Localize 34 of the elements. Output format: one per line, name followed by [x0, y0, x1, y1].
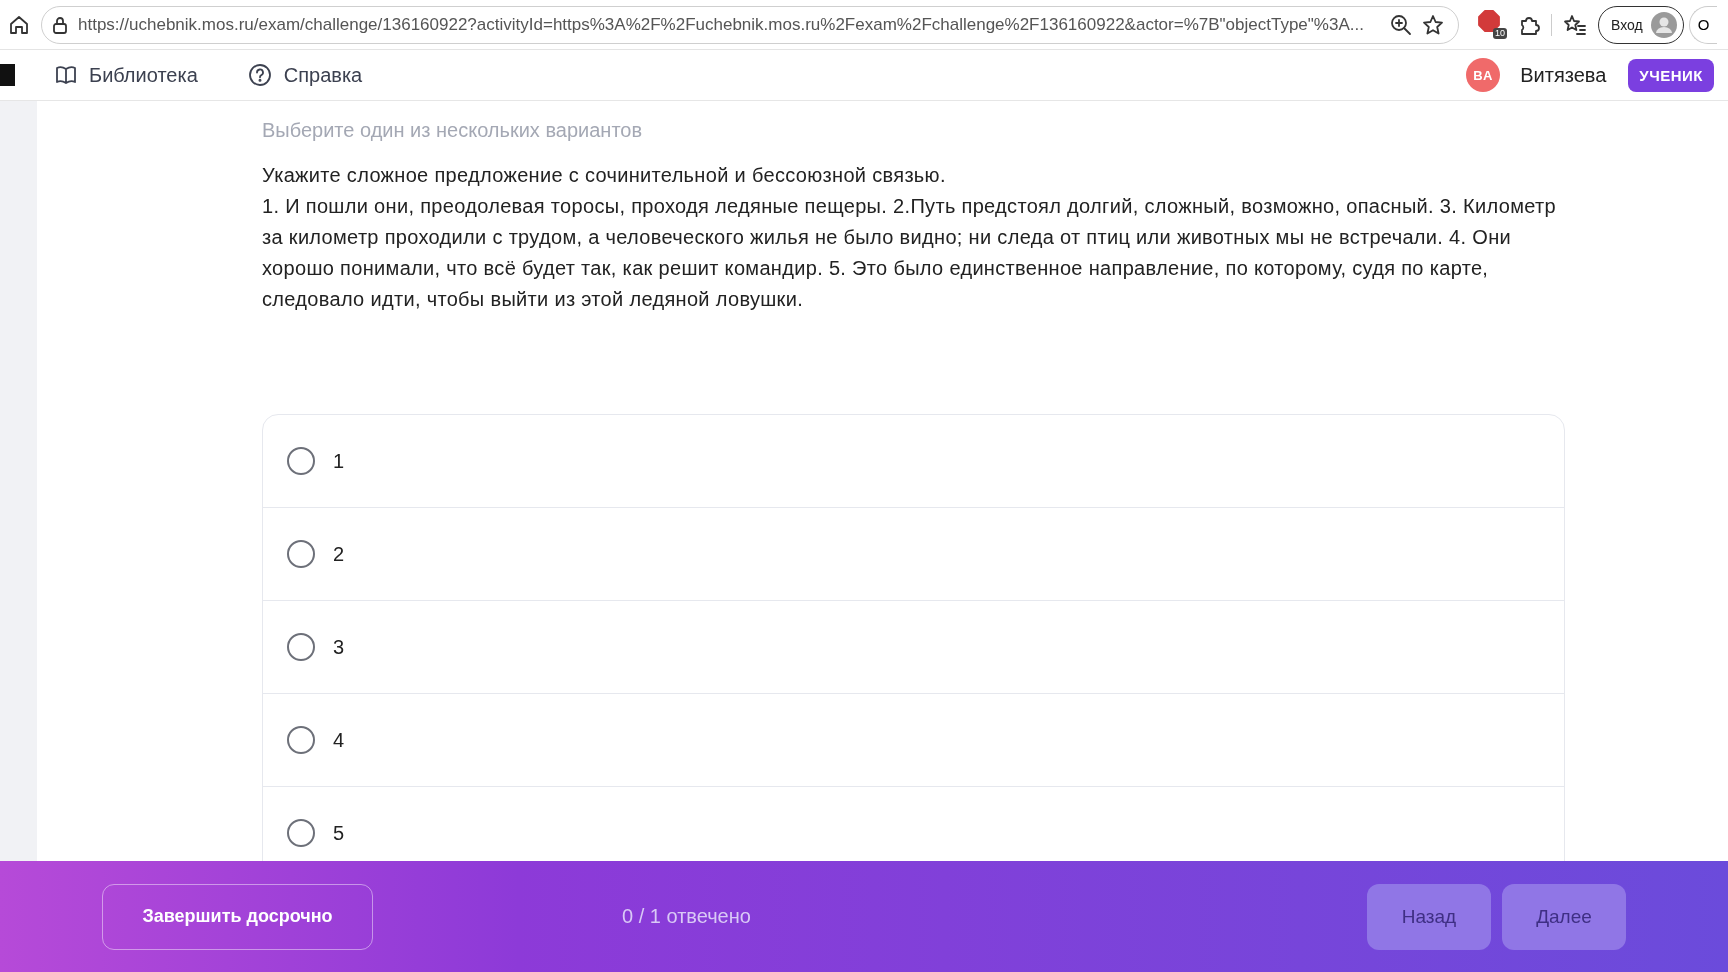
avatar-icon — [1650, 11, 1677, 38]
stop-sign-icon — [1478, 10, 1500, 32]
radio-button[interactable] — [287, 540, 315, 568]
finish-early-button[interactable]: Завершить досрочно — [102, 883, 373, 950]
radio-button[interactable] — [287, 633, 315, 661]
book-icon — [55, 65, 77, 85]
sign-in-button[interactable]: Вход — [1598, 5, 1684, 44]
zoom-icon[interactable] — [1390, 13, 1412, 36]
user-name: Витязева — [1520, 63, 1607, 87]
nav-link[interactable]: Справка — [247, 63, 363, 87]
extension-icon[interactable]: 10 — [1478, 10, 1507, 39]
logo-icon — [0, 64, 15, 86]
question-text: Укажите сложное предложение с сочинительной и бессоюзной связью. — [262, 163, 947, 188]
radio-button[interactable] — [287, 819, 315, 847]
answer-option[interactable]: 1 — [263, 415, 1564, 508]
home-icon[interactable] — [8, 13, 30, 36]
answer-option[interactable]: 2 — [263, 508, 1564, 601]
question-text: 1. И пошли они, преодолевая торосы, проходя ледяные пещеры. 2.Путь предстоял долгий, сложный, возможно, опасный. 3. Километр за километр проходили с трудом, а человеческого жилья не было видно; ни следа от птиц или животных мы не встречали. 4. Они хорошо понимали, что всё будет так, как решит командир. 5. Это было единственное направление, по которому, судя по карте, следовало идти, чтобы выйти из этой ледяной ловушки. — [262, 194, 1557, 312]
count-badge: 10 — [1493, 28, 1507, 39]
star-icon[interactable] — [1422, 13, 1444, 36]
progress-text: 0 / 1 отвечено — [622, 905, 751, 928]
answer-option[interactable]: 4 — [263, 694, 1564, 787]
lock-icon — [52, 15, 68, 34]
help-icon — [247, 63, 272, 87]
profile-button[interactable]: О — [1688, 5, 1717, 44]
nav-link[interactable]: Библиотека — [55, 63, 198, 87]
favorites-icon[interactable] — [1563, 13, 1587, 36]
radio-button[interactable] — [287, 726, 315, 754]
question-hint: Выберите один из нескольких вариантов — [262, 119, 644, 142]
user-avatar: ВА — [1466, 58, 1501, 92]
radio-button[interactable] — [287, 447, 315, 475]
url-text: https://uchebnik.mos.ru/exam/challenge/136160922?activityId=https%3A%2F%2Fuchebnik.mos.ru%2Fexam%2Fchallenge%2F136160922&actor=%7B"objectType"%3A... — [78, 14, 1365, 35]
role-badge: УЧЕНИК — [1628, 58, 1714, 92]
answer-option[interactable]: 3 — [263, 601, 1564, 694]
